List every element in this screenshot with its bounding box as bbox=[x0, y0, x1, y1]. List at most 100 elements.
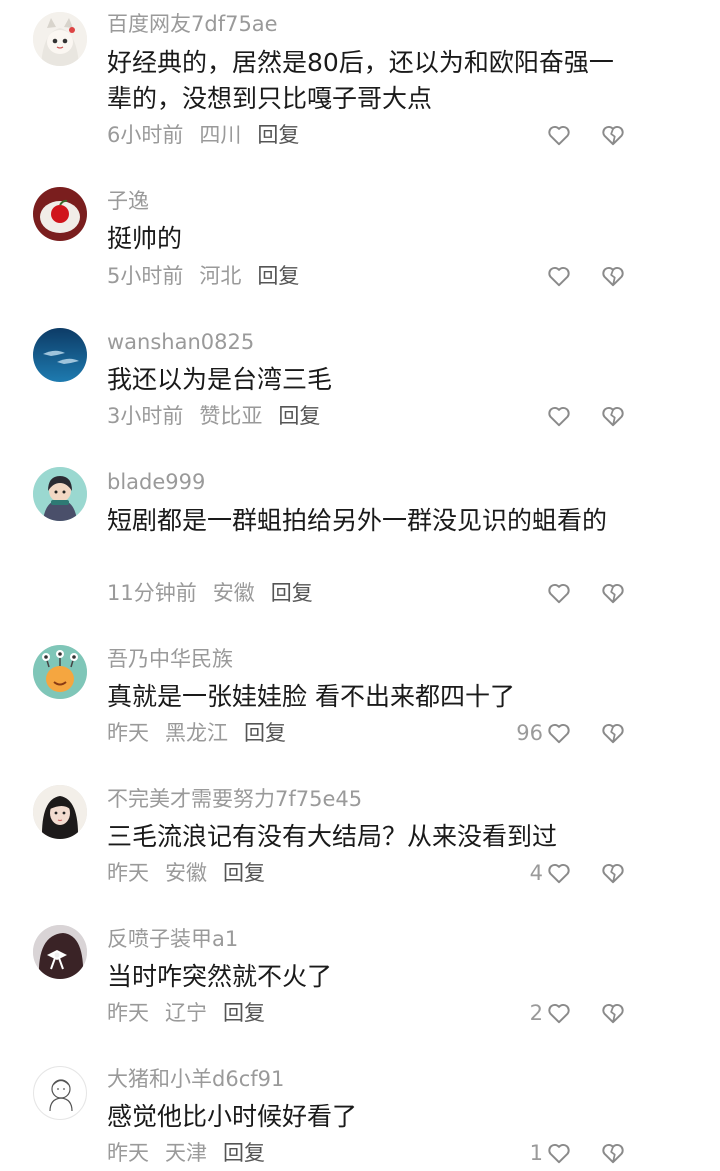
dislike-button[interactable] bbox=[600, 578, 626, 608]
heart-icon bbox=[548, 584, 570, 604]
girl-portrait-avatar-icon bbox=[33, 785, 87, 839]
line-sketch-avatar-icon bbox=[34, 1067, 86, 1119]
comment-location: 天津 bbox=[165, 1141, 207, 1165]
comment-time: 昨天 bbox=[107, 861, 149, 885]
comment-meta: 昨天 辽宁 回复 bbox=[107, 1000, 281, 1026]
dislike-button[interactable] bbox=[600, 401, 626, 431]
like-count: 2 bbox=[529, 1001, 543, 1025]
comment-username[interactable]: 大猪和小羊d6cf91 bbox=[107, 1066, 284, 1092]
like-button[interactable] bbox=[543, 120, 572, 150]
comment-text: 感觉他比小时候好看了 bbox=[107, 1102, 358, 1131]
monster-avatar-icon bbox=[33, 645, 87, 699]
broken-heart-icon bbox=[602, 584, 624, 604]
comment-time: 6小时前 bbox=[107, 123, 184, 147]
comment-location: 安徽 bbox=[165, 861, 207, 885]
comment-username[interactable]: blade999 bbox=[107, 469, 205, 495]
broken-heart-icon bbox=[602, 407, 624, 427]
comment-meta: 昨天 黑龙江 回复 bbox=[107, 720, 302, 746]
anime-cat-girl-avatar-icon bbox=[33, 12, 87, 66]
broken-heart-icon bbox=[602, 267, 624, 287]
comment-username[interactable]: 百度网友7df75ae bbox=[107, 11, 278, 37]
reply-button[interactable]: 回复 bbox=[271, 581, 313, 605]
comment-text: 短剧都是一群蛆拍给另外一群没见识的蛆看的 bbox=[107, 506, 608, 535]
like-button[interactable]: 1 bbox=[530, 1138, 572, 1168]
reply-button[interactable]: 回复 bbox=[223, 861, 265, 885]
like-count: 4 bbox=[529, 861, 543, 885]
avatar[interactable] bbox=[33, 12, 87, 66]
hair-bow-avatar-icon bbox=[33, 925, 87, 979]
comment-meta: 昨天 天津 回复 bbox=[107, 1140, 281, 1166]
avatar[interactable] bbox=[33, 925, 87, 979]
comment-username[interactable]: 子逸 bbox=[107, 188, 149, 214]
comment-username[interactable]: 反喷子装甲a1 bbox=[107, 926, 238, 952]
heart-icon bbox=[548, 1144, 570, 1164]
broken-heart-icon bbox=[602, 1144, 624, 1164]
comment-text: 我还以为是台湾三毛 bbox=[107, 365, 333, 394]
comment-time: 11分钟前 bbox=[107, 581, 197, 605]
heart-icon bbox=[548, 1004, 570, 1024]
reply-button[interactable]: 回复 bbox=[257, 264, 299, 288]
broken-heart-icon bbox=[602, 1004, 624, 1024]
like-button[interactable] bbox=[543, 578, 572, 608]
comment-location: 赞比亚 bbox=[199, 404, 263, 428]
comment-meta: 11分钟前 安徽 回复 bbox=[107, 580, 329, 606]
comment-username[interactable]: wanshan0825 bbox=[107, 329, 254, 355]
avatar[interactable] bbox=[33, 467, 87, 521]
like-button[interactable] bbox=[543, 401, 572, 431]
heart-icon bbox=[548, 407, 570, 427]
like-count: 1 bbox=[529, 1141, 543, 1165]
dislike-button[interactable] bbox=[600, 120, 626, 150]
reply-button[interactable]: 回复 bbox=[257, 123, 299, 147]
comment-time: 3小时前 bbox=[107, 404, 184, 428]
heart-icon bbox=[548, 126, 570, 146]
like-button[interactable]: 2 bbox=[530, 998, 572, 1028]
dislike-button[interactable] bbox=[600, 718, 626, 748]
comment-time: 昨天 bbox=[107, 721, 149, 745]
comment-location: 辽宁 bbox=[165, 1001, 207, 1025]
avatar[interactable] bbox=[33, 785, 87, 839]
comment-time: 5小时前 bbox=[107, 264, 184, 288]
avatar[interactable] bbox=[33, 187, 87, 241]
reply-button[interactable]: 回复 bbox=[223, 1001, 265, 1025]
dislike-button[interactable] bbox=[600, 858, 626, 888]
broken-heart-icon bbox=[602, 864, 624, 884]
broken-heart-icon bbox=[602, 126, 624, 146]
broken-heart-icon bbox=[602, 724, 624, 744]
comment-location: 河北 bbox=[199, 264, 242, 288]
comment-meta: 昨天 安徽 回复 bbox=[107, 860, 281, 886]
dislike-button[interactable] bbox=[600, 998, 626, 1028]
cartoon-character-avatar-icon bbox=[33, 467, 87, 521]
comment-time: 昨天 bbox=[107, 1141, 149, 1165]
comment-meta: 5小时前 河北 回复 bbox=[107, 263, 315, 289]
comment-username[interactable]: 吾乃中华民族 bbox=[107, 646, 233, 672]
avatar[interactable] bbox=[33, 328, 87, 382]
comment-location: 安徽 bbox=[212, 581, 255, 605]
reply-button[interactable]: 回复 bbox=[223, 1141, 265, 1165]
comment-meta: 6小时前 四川 回复 bbox=[107, 122, 315, 148]
like-button[interactable] bbox=[543, 261, 572, 291]
comment-text: 当时咋突然就不火了 bbox=[107, 962, 333, 991]
comment-time: 昨天 bbox=[107, 1001, 149, 1025]
reply-button[interactable]: 回复 bbox=[278, 404, 320, 428]
heart-icon bbox=[548, 267, 570, 287]
reply-button[interactable]: 回复 bbox=[244, 721, 286, 745]
heart-icon bbox=[548, 864, 570, 884]
dislike-button[interactable] bbox=[600, 261, 626, 291]
dislike-button[interactable] bbox=[600, 1138, 626, 1168]
comment-text: 三毛流浪记有没有大结局？从来没看到过 bbox=[107, 822, 558, 851]
heart-icon bbox=[548, 724, 570, 744]
comment-location: 四川 bbox=[199, 123, 242, 147]
avatar[interactable] bbox=[33, 645, 87, 699]
dolphins-avatar-icon bbox=[33, 328, 87, 382]
avatar[interactable] bbox=[33, 1066, 87, 1120]
like-button[interactable]: 96 bbox=[516, 718, 572, 748]
red-apple-avatar-icon bbox=[33, 187, 87, 241]
comment-meta: 3小时前 赞比亚 回复 bbox=[107, 403, 336, 429]
like-count: 96 bbox=[516, 721, 543, 745]
comment-text: 真就是一张娃娃脸 看不出来都四十了 bbox=[107, 682, 515, 711]
comment-location: 黑龙江 bbox=[165, 721, 228, 745]
comment-text: 好经典的，居然是80后，还以为和欧阳奋强一辈的，没想到只比嘎子哥大点 bbox=[107, 48, 614, 113]
comment-username[interactable]: 不完美才需要努力7f75e45 bbox=[107, 786, 362, 812]
comment-text: 挺帅的 bbox=[107, 224, 183, 253]
like-button[interactable]: 4 bbox=[530, 858, 572, 888]
